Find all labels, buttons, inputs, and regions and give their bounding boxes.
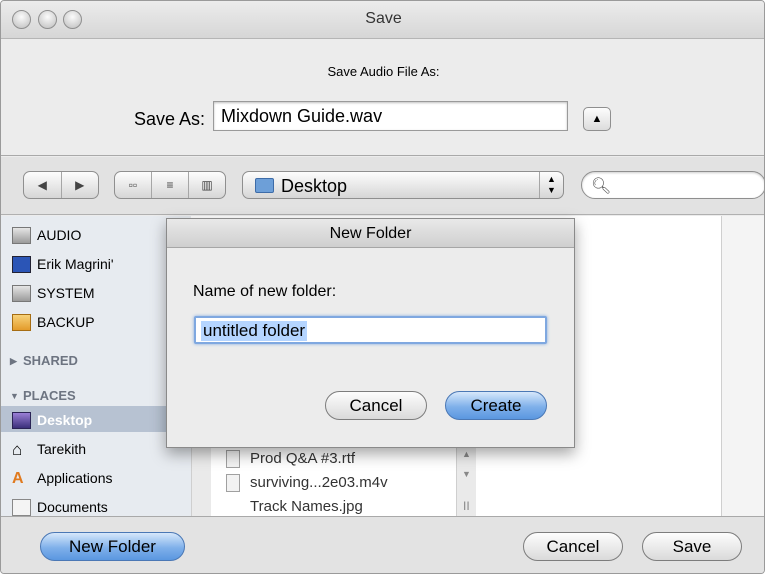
sidebar-section-shared[interactable]: ▶ SHARED [10,353,78,368]
chevron-updown-icon: ▲ ▼ [539,172,563,198]
list-view-button[interactable]: ≡ [152,172,189,198]
desktop-icon [12,411,31,429]
triangle-up-icon: ▲ [591,113,603,125]
file-row[interactable]: Prod Q&A #3.rtf [226,450,355,468]
computer-icon [12,255,31,273]
expand-dialog-button[interactable]: ▲ [583,107,611,131]
forward-arrow-icon: ▶ [75,178,85,192]
hard-drive-icon [12,284,31,302]
window-title: Save [365,10,402,27]
save-button[interactable]: Save [642,532,742,561]
documents-icon [12,498,31,516]
dialog-footer: New Folder Cancel Save [1,516,764,573]
grid-icon: ▫▫ [128,178,138,192]
new-folder-button[interactable]: New Folder [40,532,185,561]
view-mode-control: ▫▫ ≡ ▥ [114,171,226,199]
applications-icon: A [12,469,24,487]
disclosure-triangle-icon: ▶ [10,356,17,366]
icon-view-button[interactable]: ▫▫ [115,172,152,198]
folder-icon [255,178,274,193]
sidebar-item-backup[interactable]: BACKUP [12,309,95,335]
forward-button[interactable]: ▶ [62,172,99,198]
browser-scrollbar[interactable] [721,216,764,516]
sidebar-item-applications[interactable]: A Applications [12,465,113,491]
save-as-input[interactable] [213,101,568,131]
location-popup[interactable]: Desktop ▲ ▼ [242,171,564,199]
sidebar-item-label: Erik Magrini' [37,256,114,272]
title-bar: Save [1,1,764,39]
sidebar: AUDIO Erik Magrini' SYSTEM BACKUP ▶ SHAR… [1,216,191,516]
sidebar-item-computer[interactable]: Erik Magrini' [12,251,114,277]
scroll-up-icon: ▲ [462,449,471,459]
location-label: Desktop [281,176,348,196]
back-button[interactable]: ◀ [24,172,62,198]
sidebar-item-label: Documents [37,499,108,515]
column-resize-handle[interactable]: II [463,499,470,513]
save-prompt: Save Audio File As: [327,64,440,79]
cancel-button[interactable]: Cancel [523,532,623,561]
column-view-button[interactable]: ▥ [189,172,225,198]
sidebar-item-tarekith[interactable]: ⌂ Tarekith [12,436,87,462]
file-row[interactable]: Track Names.jpg [250,498,363,514]
sheet-cancel-button[interactable]: Cancel [325,391,427,420]
column-scrollbar[interactable] [191,441,211,516]
scroll-down-icon: ▼ [462,469,471,479]
sidebar-item-desktop[interactable]: Desktop [12,407,93,433]
save-as-label: Save As: [134,109,206,129]
back-arrow-icon: ◀ [37,178,47,192]
save-dialog: Save Save Audio File As: Save As: ▲ ◀ ▶ … [0,0,765,574]
file-row[interactable]: surviving...2e03.m4v [226,474,388,492]
sidebar-item-label: AUDIO [37,227,82,243]
sidebar-item-label: Tarekith [37,441,87,457]
folder-name-input[interactable]: untitled folder [194,316,547,344]
sidebar-item-audio[interactable]: AUDIO [12,222,82,248]
search-field[interactable]: 🔍︎ [581,171,764,199]
sidebar-item-system[interactable]: SYSTEM [12,280,95,306]
columns-icon: ▥ [201,178,213,192]
disclosure-triangle-icon: ▼ [10,391,19,401]
create-button[interactable]: Create [445,391,547,420]
column-scrollbar[interactable]: ▲ ▼ II [456,441,476,516]
history-nav: ◀ ▶ [23,171,99,199]
rtf-file-icon [226,450,240,468]
list-icon: ≡ [166,178,174,192]
video-file-icon [226,474,240,492]
sidebar-section-places[interactable]: ▼ PLACES [10,388,76,403]
backup-drive-icon [12,313,31,331]
folder-name-label: Name of new folder: [193,283,337,300]
save-header: Save Audio File As: Save As: ▲ [1,39,764,156]
sidebar-item-label: Applications [37,470,113,486]
home-icon: ⌂ [12,439,23,459]
new-folder-sheet: New Folder Name of new folder: untitled … [166,218,575,448]
sheet-title: New Folder [167,219,574,248]
sidebar-item-label: Desktop [37,412,93,428]
sidebar-item-label: SYSTEM [37,285,95,301]
hard-drive-icon [12,226,31,244]
browser-toolbar: ◀ ▶ ▫▫ ≡ ▥ Desktop ▲ ▼ 🔍︎ [1,157,764,215]
search-icon: 🔍︎ [591,178,612,195]
sidebar-item-label: BACKUP [37,314,95,330]
folder-name-value: untitled folder [201,321,308,341]
